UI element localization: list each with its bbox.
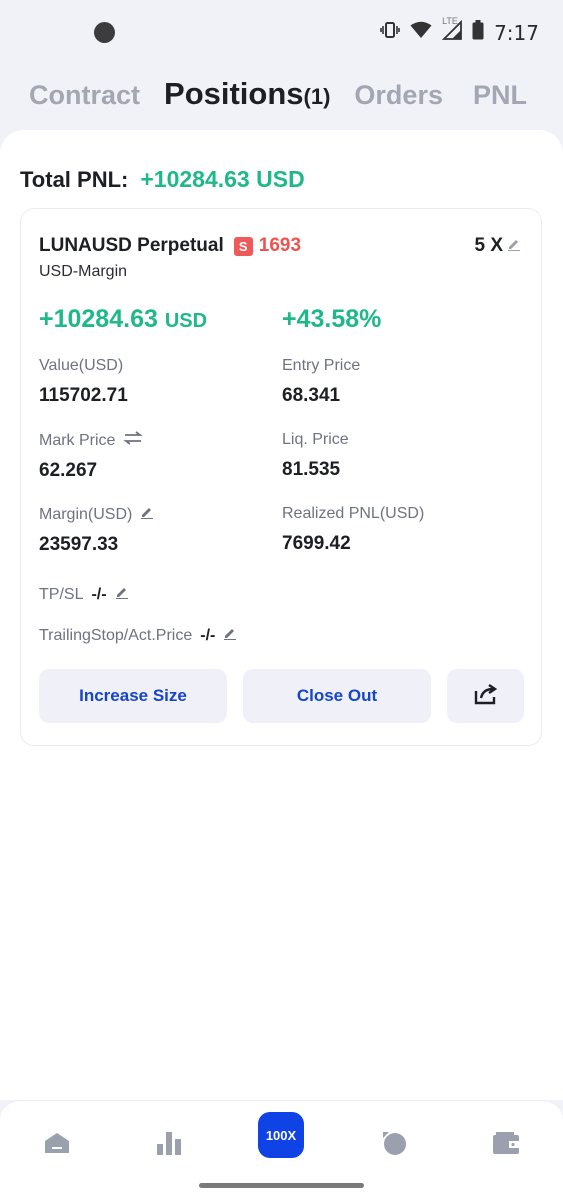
unrealized-pnl-value: +10284.63 (39, 305, 158, 333)
liq-price-value: 81.535 (282, 459, 341, 480)
total-pnl-label: Total PNL: (20, 167, 129, 192)
wifi-icon (410, 21, 432, 44)
camera-cutout (94, 22, 115, 43)
status-bar: LTE 7:17 (0, 0, 563, 64)
realized-pnl-label: Realized PNL(USD) (282, 505, 425, 522)
pnl-percent: +43.58% (282, 305, 382, 333)
margin-label: Margin(USD) (39, 505, 133, 523)
margin-value: 23597.33 (39, 534, 119, 555)
total-pnl-value: +10284.63 USD (140, 166, 305, 192)
clock: 7:17 (494, 20, 539, 45)
vibrate-icon (380, 21, 400, 44)
share-button[interactable] (447, 669, 524, 723)
app-screen: LTE 7:17 Contract Positions(1) Orders PN… (0, 0, 563, 1200)
value-label: Value(USD) (39, 357, 124, 374)
position-card: LUNAUSD Perpetual S 1693 5 X USD-Margin … (20, 208, 542, 746)
bar-chart-icon (155, 1130, 183, 1161)
edit-tpsl-icon[interactable] (115, 585, 129, 604)
entry-price-value: 68.341 (282, 385, 341, 406)
status-icons: LTE 7:17 (380, 16, 539, 45)
short-side-badge: S (233, 236, 253, 256)
close-out-button[interactable]: Close Out (243, 669, 431, 723)
mark-price-label-row: Mark Price (39, 431, 144, 450)
mark-price-value: 62.267 (39, 460, 98, 481)
entry-price-label: Entry Price (282, 357, 361, 374)
battery-icon (472, 20, 484, 45)
nav-trade-100x[interactable]: 100X (258, 1112, 304, 1158)
nav-markets[interactable] (147, 1123, 191, 1167)
position-symbol[interactable]: LUNAUSD Perpetual (39, 235, 224, 257)
margin-field: Margin(USD) 23597.33 (39, 505, 154, 556)
margin-label-row: Margin(USD) (39, 505, 154, 524)
tab-orders[interactable]: Orders (354, 80, 443, 111)
edit-leverage-icon[interactable] (507, 235, 521, 257)
edit-margin-icon[interactable] (140, 505, 154, 524)
realized-pnl-field: Realized PNL(USD) 7699.42 (282, 505, 424, 555)
signal-icon: LTE (441, 16, 462, 45)
position-quantity: 1693 (258, 235, 302, 256)
mark-price-label: Mark Price (39, 431, 116, 449)
tab-positions-label: Positions (164, 76, 304, 111)
unrealized-pnl-unit: USD (164, 310, 208, 332)
home-indicator[interactable] (199, 1183, 364, 1188)
liq-price-label: Liq. Price (282, 431, 349, 448)
tab-pnl[interactable]: PNL (473, 80, 527, 111)
tab-contract[interactable]: Contract (29, 80, 140, 111)
explore-icon (380, 1129, 408, 1162)
margin-type: USD-Margin (39, 263, 128, 280)
bottom-navigation: 100X (0, 1100, 563, 1200)
value-amount: 115702.71 (39, 385, 128, 406)
network-type: LTE (442, 16, 458, 26)
trailing-stop-row: TrailingStop/Act.Price -/- (39, 626, 237, 645)
position-header: LUNAUSD Perpetual S 1693 (39, 235, 301, 257)
trailing-stop-value: -/- (200, 626, 216, 644)
realized-pnl-value: 7699.42 (282, 533, 351, 554)
home-icon (43, 1131, 71, 1160)
mark-price-field: Mark Price 62.267 (39, 431, 144, 482)
nav-home[interactable] (35, 1123, 79, 1167)
tab-positions[interactable]: Positions(1) (164, 76, 330, 112)
tpsl-value: -/- (91, 585, 107, 603)
increase-size-button[interactable]: Increase Size (39, 669, 227, 723)
tpsl-row: TP/SL -/- (39, 585, 129, 604)
unrealized-pnl: +10284.63 USD (39, 305, 207, 334)
tab-positions-count: (1) (303, 84, 331, 109)
edit-trailing-stop-icon[interactable] (223, 626, 237, 645)
share-icon (474, 683, 498, 710)
nav-explore[interactable] (372, 1123, 416, 1167)
value-field: Value(USD) 115702.71 (39, 357, 128, 407)
leverage-value: 5 X (474, 235, 503, 256)
entry-price-field: Entry Price 68.341 (282, 357, 360, 407)
wallet-icon (492, 1131, 520, 1160)
nav-wallet[interactable] (484, 1123, 528, 1167)
liq-price-field: Liq. Price 81.535 (282, 431, 349, 481)
positions-panel: Total PNL: +10284.63 USD LUNAUSD Perpetu… (0, 130, 563, 1100)
trailing-stop-label: TrailingStop/Act.Price (39, 626, 193, 644)
total-pnl-row: Total PNL: +10284.63 USD (20, 166, 305, 193)
swap-arrows-icon[interactable] (123, 431, 144, 450)
tpsl-label: TP/SL (39, 585, 84, 603)
position-tabs: Contract Positions(1) Orders PNL (29, 76, 551, 112)
leverage-control[interactable]: 5 X (474, 235, 521, 257)
